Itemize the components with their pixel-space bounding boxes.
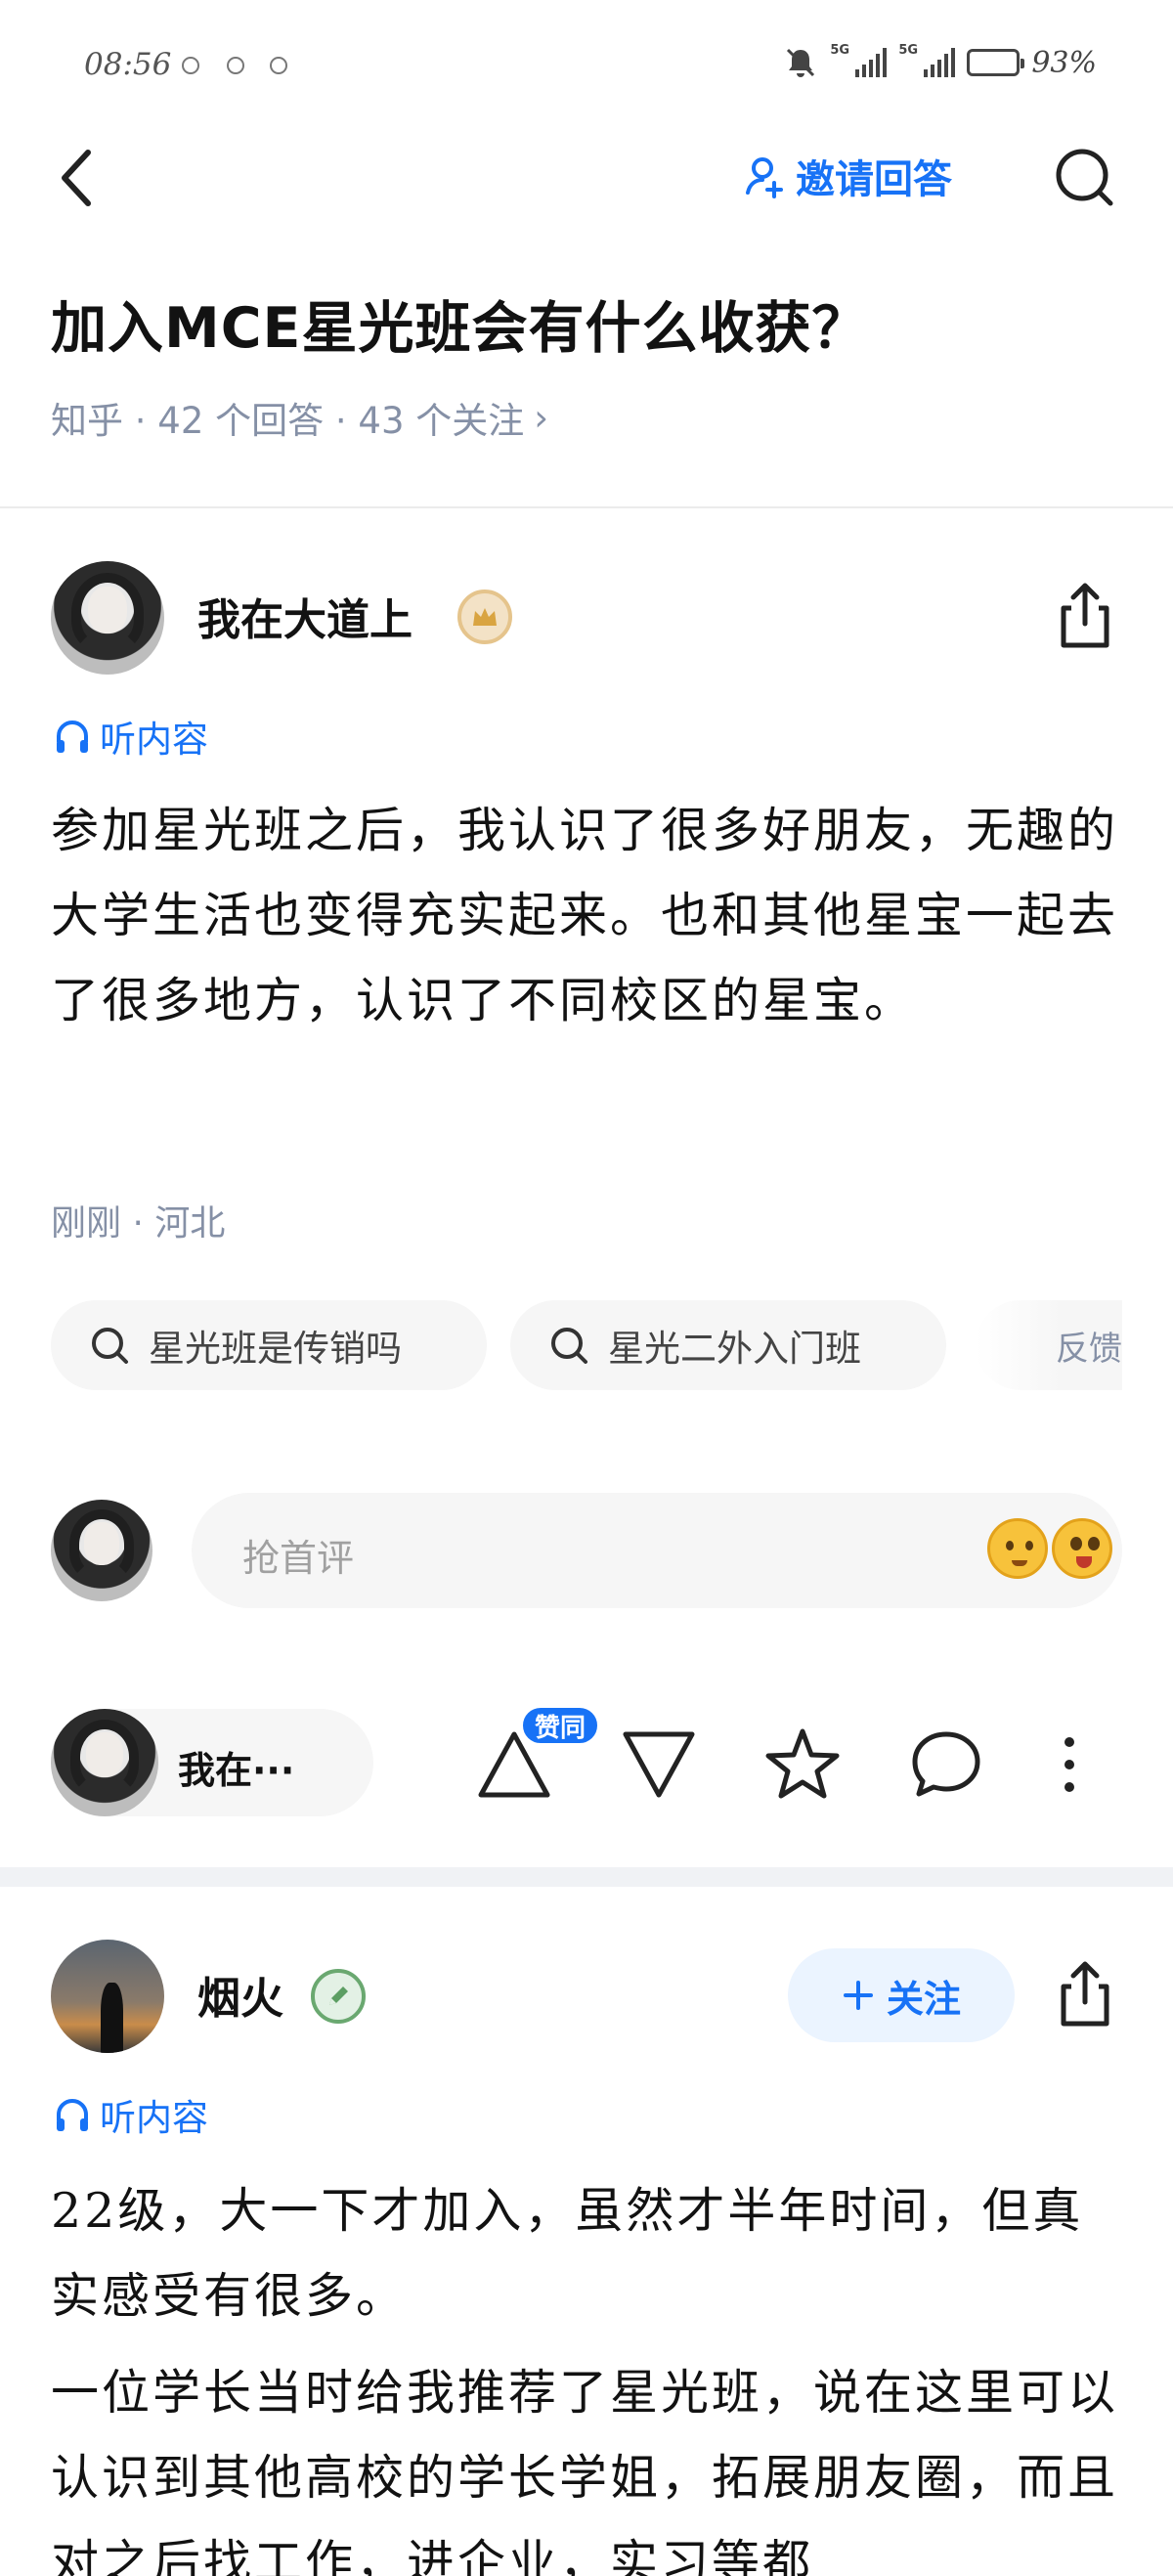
- section-separator: [0, 1867, 1173, 1887]
- answer-time-location: 刚刚 · 河北: [51, 1203, 226, 1244]
- share-icon[interactable]: [1054, 581, 1116, 651]
- invite-answer-button[interactable]: 邀请回答: [743, 145, 952, 207]
- listen-content-button[interactable]: 听内容: [53, 712, 208, 761]
- divider: [0, 506, 1173, 508]
- star-icon[interactable]: [764, 1726, 841, 1801]
- author-pill[interactable]: 我在···: [51, 1709, 373, 1816]
- battery-icon: [967, 49, 1025, 76]
- author-name[interactable]: 烟火: [197, 1963, 283, 2026]
- related-search-chip[interactable]: 星光二外入门班: [510, 1300, 946, 1390]
- status-bar: 08:56 5G 5G 93%: [0, 0, 1173, 127]
- feedback-label: 反馈: [1056, 1329, 1122, 1369]
- downvote-icon[interactable]: [620, 1728, 698, 1801]
- search-icon: [92, 1328, 128, 1364]
- related-search-chip[interactable]: 星光班是传销吗: [51, 1300, 487, 1390]
- follow-button[interactable]: 关注: [788, 1948, 1015, 2042]
- author-avatar[interactable]: [51, 1940, 164, 2053]
- follow-label: 关注: [886, 1977, 961, 2021]
- invite-answer-label: 邀请回答: [796, 157, 952, 202]
- answer-paragraph[interactable]: 一位学长当时给我推荐了星光班，说在这里可以认识到其他高校的学长学姐，拓展朋友圈，…: [51, 2350, 1122, 2576]
- emoji-shy-icon[interactable]: [987, 1518, 1048, 1579]
- listen-content-button[interactable]: 听内容: [53, 2090, 208, 2139]
- question-stats: 知乎 · 42 个回答 · 43 个关注: [51, 400, 525, 442]
- listen-content-label: 听内容: [100, 2097, 208, 2139]
- question-title[interactable]: 加入MCE星光班会有什么收获？: [51, 284, 869, 364]
- user-avatar: [51, 1500, 152, 1601]
- notification-icon: [270, 57, 287, 74]
- comment-input[interactable]: 抢首评: [192, 1493, 1122, 1608]
- listen-content-label: 听内容: [100, 719, 208, 761]
- question-meta[interactable]: 知乎 · 42 个回答 · 43 个关注 ›: [51, 391, 548, 444]
- back-arrow-icon[interactable]: [49, 139, 108, 217]
- feedback-button[interactable]: 反馈: [976, 1300, 1122, 1390]
- comment-icon[interactable]: [907, 1726, 985, 1801]
- plus-icon: [843, 1981, 873, 2010]
- answer-paragraph[interactable]: 22级，大一下才加入，虽然才半年时间，但真实感受有很多。: [51, 2168, 1122, 2338]
- headphones-icon: [57, 2099, 88, 2131]
- search-icon: [551, 1328, 587, 1364]
- author-name[interactable]: 我在大道上: [197, 585, 413, 647]
- mute-bell-icon: [787, 48, 815, 77]
- emoji-surprised-icon[interactable]: [1052, 1518, 1112, 1579]
- author-short-name: 我在···: [178, 1749, 295, 1792]
- more-options-icon[interactable]: [1060, 1734, 1079, 1795]
- battery-percent: 93%: [1031, 45, 1097, 80]
- pencil-badge-icon: [311, 1969, 366, 2024]
- related-search-label: 星光二外入门班: [608, 1328, 861, 1370]
- agree-badge: 赞同: [520, 1705, 601, 1746]
- related-search-label: 星光班是传销吗: [149, 1328, 402, 1370]
- invite-user-icon: [746, 157, 783, 198]
- status-indicators: 5G 5G 93%: [783, 44, 1097, 80]
- answer-content[interactable]: 参加星光班之后，我认识了很多好朋友，无趣的大学生活也变得充实起来。也和其他星宝一…: [51, 788, 1122, 1043]
- comment-placeholder: 抢首评: [242, 1537, 355, 1580]
- author-avatar[interactable]: [51, 561, 164, 675]
- status-time: 08:56: [84, 47, 172, 82]
- search-icon[interactable]: [1050, 143, 1118, 211]
- notification-icon: [182, 57, 199, 74]
- headphones-icon: [57, 720, 88, 753]
- signal-icon: 5G: [898, 44, 956, 77]
- author-avatar: [51, 1709, 158, 1816]
- share-icon[interactable]: [1054, 1959, 1116, 2030]
- crown-badge-icon: [457, 589, 512, 644]
- chevron-right-icon: ›: [534, 396, 549, 439]
- top-navigation: 邀请回答: [0, 127, 1173, 225]
- signal-icon: 5G: [830, 44, 888, 77]
- notification-icon: [227, 57, 244, 74]
